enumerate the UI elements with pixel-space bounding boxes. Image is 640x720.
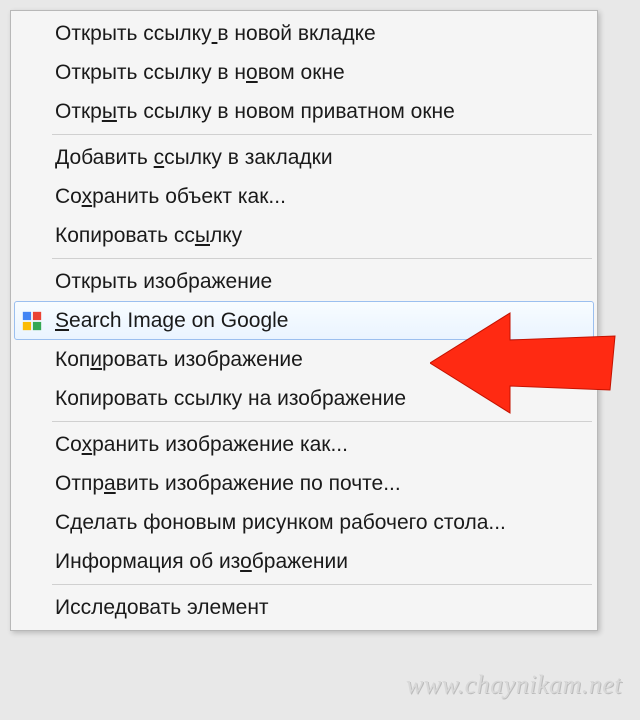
context-menu-item[interactable]: Сделать фоновым рисунком рабочего стола.… bbox=[14, 503, 594, 542]
context-menu-item[interactable]: Открыть ссылку в новом окне bbox=[14, 53, 594, 92]
context-menu-item-label: Копировать ссылку bbox=[55, 224, 242, 248]
context-menu-item[interactable]: Сохранить объект как... bbox=[14, 177, 594, 216]
google-icon bbox=[21, 310, 43, 332]
context-menu-item[interactable]: Информация об изображении bbox=[14, 542, 594, 581]
context-menu-item[interactable]: Открыть ссылку в новой вкладке bbox=[14, 14, 594, 53]
context-menu-item[interactable]: Сохранить изображение как... bbox=[14, 425, 594, 464]
context-menu-item-label: Копировать изображение bbox=[55, 348, 303, 372]
context-menu-item-label: Открыть изображение bbox=[55, 270, 272, 294]
context-menu-item[interactable]: Открыть изображение bbox=[14, 262, 594, 301]
context-menu-item-label: Открыть ссылку в новом окне bbox=[55, 61, 345, 85]
context-menu-item-label: Открыть ссылку в новом приватном окне bbox=[55, 100, 455, 124]
context-menu-item-label: Search Image on Google bbox=[55, 309, 289, 333]
context-menu-item-label: Исследовать элемент bbox=[55, 596, 269, 620]
menu-separator bbox=[52, 421, 592, 422]
menu-separator bbox=[52, 134, 592, 135]
context-menu-item-label: Открыть ссылку в новой вкладке bbox=[55, 22, 376, 46]
watermark-text: www.chaynikam.net bbox=[406, 670, 622, 700]
menu-separator bbox=[52, 258, 592, 259]
context-menu-item-label: Копировать ссылку на изображение bbox=[55, 387, 406, 411]
context-menu-item-label: Сохранить изображение как... bbox=[55, 433, 348, 457]
context-menu-item[interactable]: Копировать ссылку на изображение bbox=[14, 379, 594, 418]
context-menu-item-label: Сохранить объект как... bbox=[55, 185, 286, 209]
context-menu-item-label: Отправить изображение по почте... bbox=[55, 472, 401, 496]
menu-separator bbox=[52, 584, 592, 585]
context-menu-item[interactable]: Отправить изображение по почте... bbox=[14, 464, 594, 503]
context-menu-item[interactable]: Копировать ссылку bbox=[14, 216, 594, 255]
context-menu-item[interactable]: Копировать изображение bbox=[14, 340, 594, 379]
context-menu-item[interactable]: Search Image on Google bbox=[14, 301, 594, 340]
context-menu-item-label: Сделать фоновым рисунком рабочего стола.… bbox=[55, 511, 506, 535]
context-menu-item-label: Добавить ссылку в закладки bbox=[55, 146, 333, 170]
context-menu-item[interactable]: Добавить ссылку в закладки bbox=[14, 138, 594, 177]
context-menu-item-label: Информация об изображении bbox=[55, 550, 348, 574]
context-menu-item[interactable]: Исследовать элемент bbox=[14, 588, 594, 627]
context-menu-item[interactable]: Открыть ссылку в новом приватном окне bbox=[14, 92, 594, 131]
context-menu: Открыть ссылку в новой вкладке Открыть сс… bbox=[10, 10, 598, 631]
